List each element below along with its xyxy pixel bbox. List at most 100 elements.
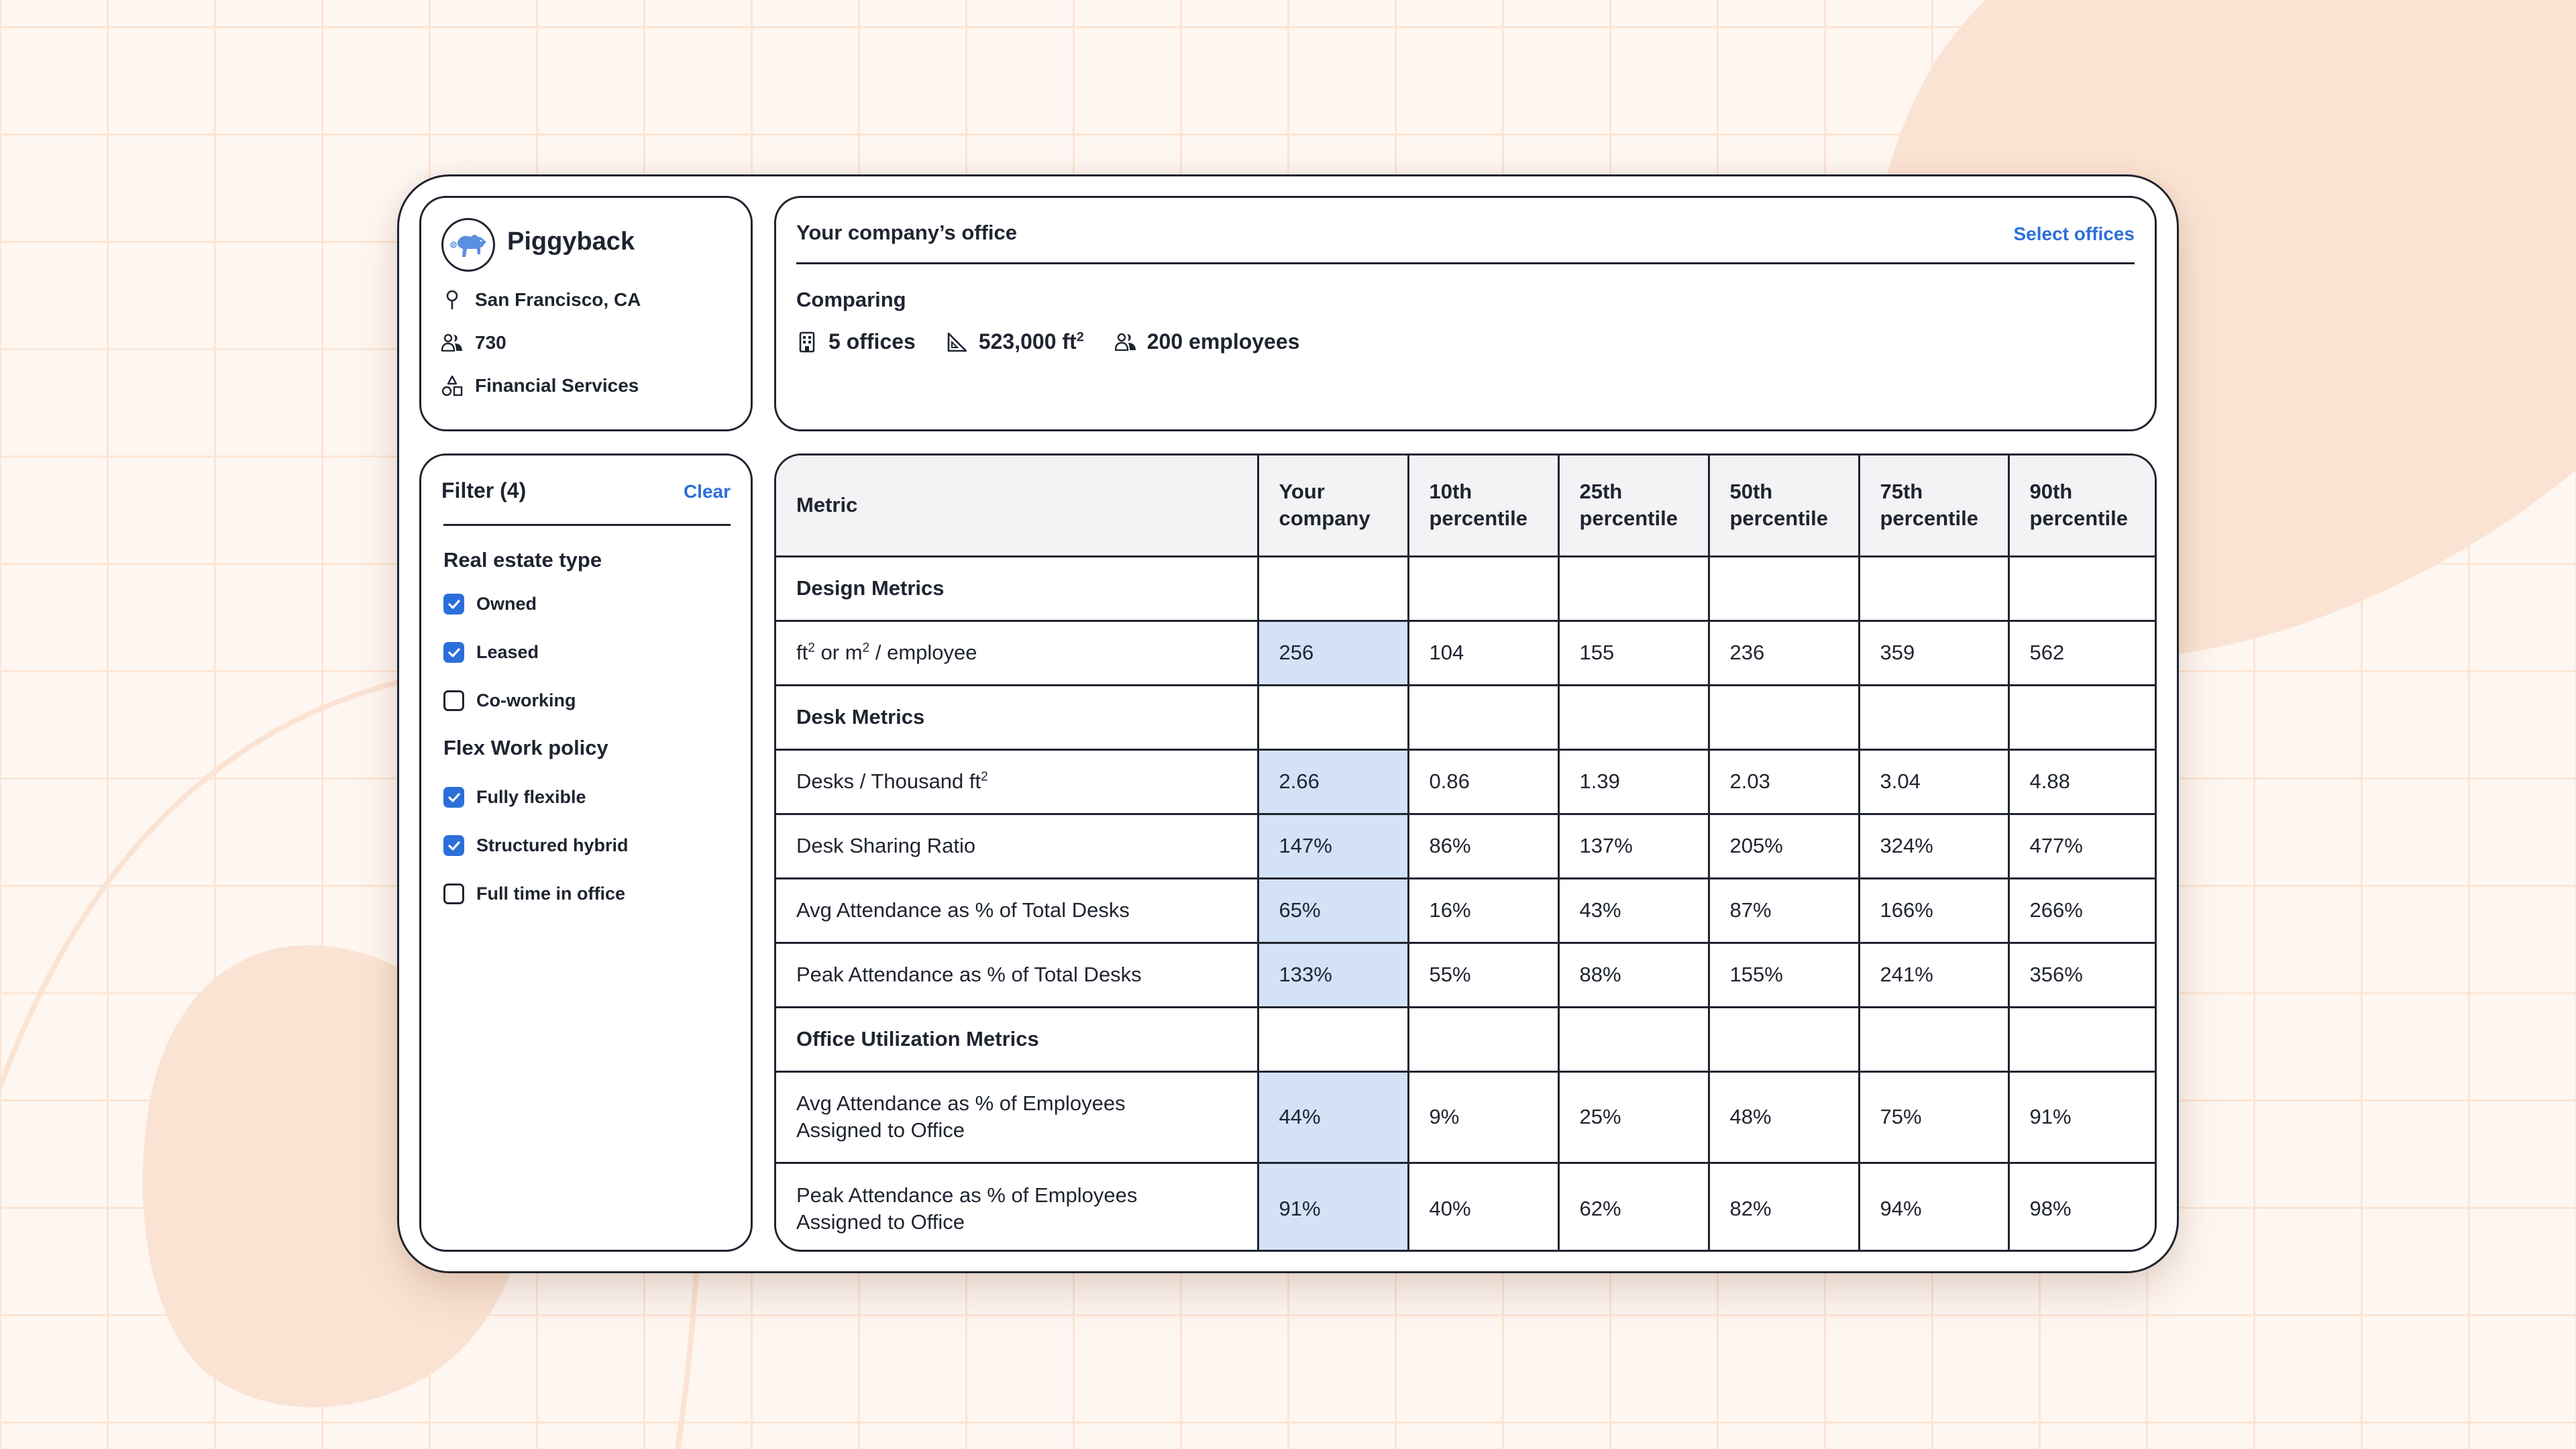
- office-divider: [796, 262, 2135, 264]
- column-header-line: 25th: [1579, 480, 1623, 504]
- column-header-line: Metric: [796, 493, 858, 517]
- building-icon: [796, 331, 818, 353]
- metric-label-line: Peak Attendance as % of Employees: [796, 1183, 1138, 1207]
- clear-filters-button[interactable]: Clear: [684, 481, 731, 502]
- column-header-line: percentile: [1579, 506, 1678, 531]
- table-row: ft2 or m2 / employee 256 104 155 236 359 562: [776, 619, 2155, 686]
- metric-label: Peak Attendance as % of Employees Assigne…: [776, 1161, 1259, 1250]
- percentile-value: 82%: [1707, 1161, 1860, 1250]
- empty-cell: [1557, 1006, 1710, 1073]
- percentile-value: 75%: [1858, 1070, 2010, 1164]
- comparison-stats: 5 offices 523,000 ft2 200 employees: [796, 329, 1330, 354]
- column-header-your-company[interactable]: Your company: [1256, 455, 1409, 557]
- company-name: Piggyback: [507, 227, 635, 256]
- column-header-line: company: [1279, 506, 1371, 531]
- column-header-line: percentile: [1729, 506, 1828, 531]
- superscript-two: 2: [808, 641, 815, 655]
- percentile-value: 91%: [2007, 1070, 2155, 1164]
- percentile-value: 40%: [1407, 1161, 1560, 1250]
- column-header-metric[interactable]: Metric: [776, 455, 1259, 557]
- table-row: Desks / Thousand ft2 2.66 0.86 1.39 2.03 3.04…: [776, 748, 2155, 815]
- filter-group-flex-work-policy: Flex Work policy: [443, 736, 608, 759]
- filter-option-leased[interactable]: Leased: [443, 642, 539, 663]
- company-card: Piggyback San Francisco, CA 730 Financia…: [419, 196, 753, 431]
- filter-option-label: Fully flexible: [476, 787, 586, 807]
- filter-option-fully-flexible[interactable]: Fully flexible: [443, 787, 586, 808]
- percentile-value: 266%: [2007, 877, 2155, 944]
- empty-cell: [1707, 555, 1860, 622]
- your-company-value: 147%: [1256, 812, 1409, 879]
- filter-option-owned[interactable]: Owned: [443, 594, 537, 614]
- column-header-50th-percentile[interactable]: 50th percentile: [1707, 455, 1860, 557]
- column-header-line: 90th: [2029, 480, 2073, 504]
- people-icon: [441, 332, 463, 354]
- your-company-value: 44%: [1256, 1070, 1409, 1164]
- section-row: Design Metrics: [776, 555, 2155, 622]
- office-title: Your company’s office: [796, 221, 1018, 244]
- column-header-line: 10th: [1429, 480, 1472, 504]
- filter-option-co-working[interactable]: Co-working: [443, 690, 576, 711]
- select-offices-link[interactable]: Select offices: [2013, 223, 2135, 245]
- empty-cell: [1858, 555, 2010, 622]
- empty-cell: [1557, 555, 1710, 622]
- percentile-value: 155: [1557, 619, 1710, 686]
- metric-label-line: Avg Attendance as % of Employees: [796, 1091, 1126, 1115]
- your-company-value: 65%: [1256, 877, 1409, 944]
- column-header-line: percentile: [2029, 506, 2128, 531]
- column-header-10th-percentile[interactable]: 10th percentile: [1407, 455, 1560, 557]
- filter-option-label: Full time in office: [476, 883, 626, 904]
- your-company-value: 256: [1256, 619, 1409, 686]
- checkbox-checked[interactable]: [443, 787, 464, 808]
- table-row: Peak Attendance as % of Employees Assigne…: [776, 1161, 2155, 1250]
- filter-option-full-time-in-office[interactable]: Full time in office: [443, 883, 625, 904]
- filter-group-real-estate-type: Real estate type: [443, 548, 602, 572]
- percentile-value: 236: [1707, 619, 1860, 686]
- column-header-line: 50th: [1729, 480, 1773, 504]
- percentile-value: 3.04: [1858, 748, 2010, 815]
- map-pin-icon: [441, 289, 463, 311]
- column-header-25th-percentile[interactable]: 25th percentile: [1557, 455, 1710, 557]
- stat-employees-text: 200 employees: [1146, 329, 1300, 354]
- company-employees: 730: [441, 332, 506, 354]
- filter-divider: [443, 524, 731, 526]
- empty-cell: [1407, 555, 1560, 622]
- metric-label: Desk Sharing Ratio: [776, 812, 1259, 879]
- metric-label: Desks / Thousand ft2: [776, 748, 1259, 815]
- metric-label-line: Assigned to Office: [796, 1118, 965, 1142]
- empty-cell: [1707, 684, 1860, 751]
- checkbox-checked[interactable]: [443, 642, 464, 663]
- empty-cell: [1256, 1006, 1409, 1073]
- column-header-line: percentile: [1429, 506, 1527, 531]
- section-title: Office Utilization Metrics: [776, 1006, 1259, 1073]
- table-row: Avg Attendance as % of Total Desks 65% 16%…: [776, 877, 2155, 944]
- percentile-value: 205%: [1707, 812, 1860, 879]
- benchmark-table-card: Metric Your company 10th percentile 25th perce…: [774, 453, 2157, 1252]
- superscript-two: 2: [862, 641, 870, 655]
- percentile-value: 16%: [1407, 877, 1560, 944]
- percentile-value: 94%: [1858, 1161, 2010, 1250]
- checkbox-unchecked[interactable]: [443, 690, 464, 711]
- percentile-value: 9%: [1407, 1070, 1560, 1164]
- superscript-two: 2: [1076, 329, 1084, 345]
- column-header-75th-percentile[interactable]: 75th percentile: [1858, 455, 2010, 557]
- checkbox-checked[interactable]: [443, 594, 464, 614]
- column-header-90th-percentile[interactable]: 90th percentile: [2007, 455, 2155, 557]
- filter-option-structured-hybrid[interactable]: Structured hybrid: [443, 835, 629, 856]
- metric-label: Avg Attendance as % of Employees Assigned…: [776, 1070, 1259, 1164]
- company-industry-text: Financial Services: [475, 375, 639, 396]
- percentile-value: 43%: [1557, 877, 1710, 944]
- area-ruler-icon: [947, 331, 968, 353]
- section-title: Design Metrics: [776, 555, 1259, 622]
- column-header-line: Your: [1279, 480, 1325, 504]
- percentile-value: 2.03: [1707, 748, 1860, 815]
- column-header-line: percentile: [1880, 506, 1978, 531]
- empty-cell: [1858, 684, 2010, 751]
- percentile-value: 155%: [1707, 941, 1860, 1008]
- percentile-value: 0.86: [1407, 748, 1560, 815]
- percentile-value: 356%: [2007, 941, 2155, 1008]
- filter-option-label: Owned: [476, 594, 537, 614]
- section-row: Desk Metrics: [776, 684, 2155, 751]
- checkbox-checked[interactable]: [443, 835, 464, 856]
- empty-cell: [1707, 1006, 1860, 1073]
- checkbox-unchecked[interactable]: [443, 883, 464, 904]
